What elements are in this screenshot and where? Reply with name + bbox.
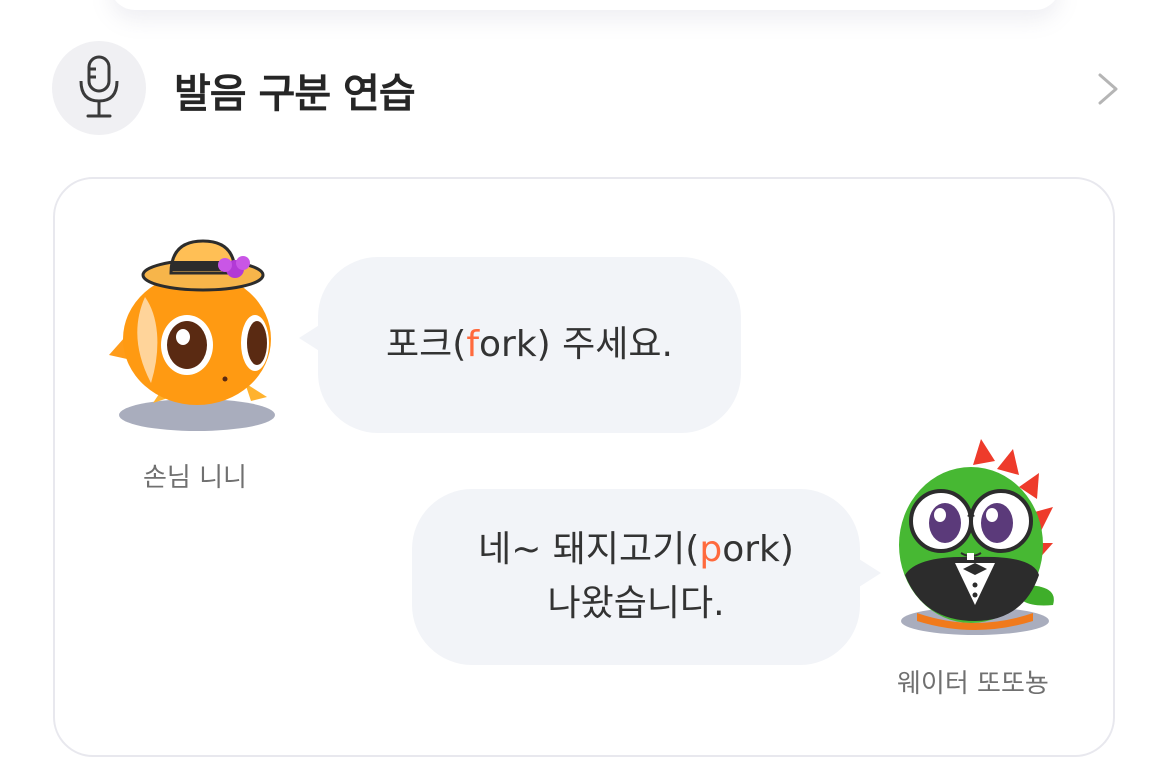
waiter-bubble-highlight: p xyxy=(699,529,723,570)
waiter-bubble-tail xyxy=(859,559,881,587)
customer-name: 손님 니니 xyxy=(143,463,247,493)
dialogue-card: 손님 니니 포크(fork) 주세요. 네~ 돼지고기(pork) 나왔습니다. xyxy=(53,177,1115,757)
waiter-bubble-text-before: 네~ 돼지고기( xyxy=(478,529,700,570)
customer-speech-bubble: 포크(fork) 주세요. xyxy=(318,257,741,433)
section-header[interactable]: 발음 구분 연습 xyxy=(52,41,1122,136)
customer-avatar xyxy=(109,239,275,431)
chevron-right-icon[interactable] xyxy=(1092,71,1122,107)
customer-bubble-highlight: f xyxy=(466,324,479,365)
waiter-avatar xyxy=(899,439,1054,635)
waiter-bubble-text-after: ork) xyxy=(722,529,794,570)
mic-badge xyxy=(52,41,146,135)
waiter-speech-bubble: 네~ 돼지고기(pork) 나왔습니다. xyxy=(412,489,860,665)
previous-card-edge xyxy=(110,0,1060,10)
waiter-bubble-line2: 나왔습니다. xyxy=(547,583,725,624)
waiter-name: 웨이터 또또뇽 xyxy=(897,669,1049,699)
microphone-icon xyxy=(79,55,119,118)
waiter-bubble-line1: 네~ 돼지고기(pork) xyxy=(412,523,860,577)
section-title: 발음 구분 연습 xyxy=(174,71,416,117)
customer-bubble-text-after: ork) 주세요. xyxy=(479,324,673,365)
customer-bubble-text-before: 포크( xyxy=(386,324,467,365)
